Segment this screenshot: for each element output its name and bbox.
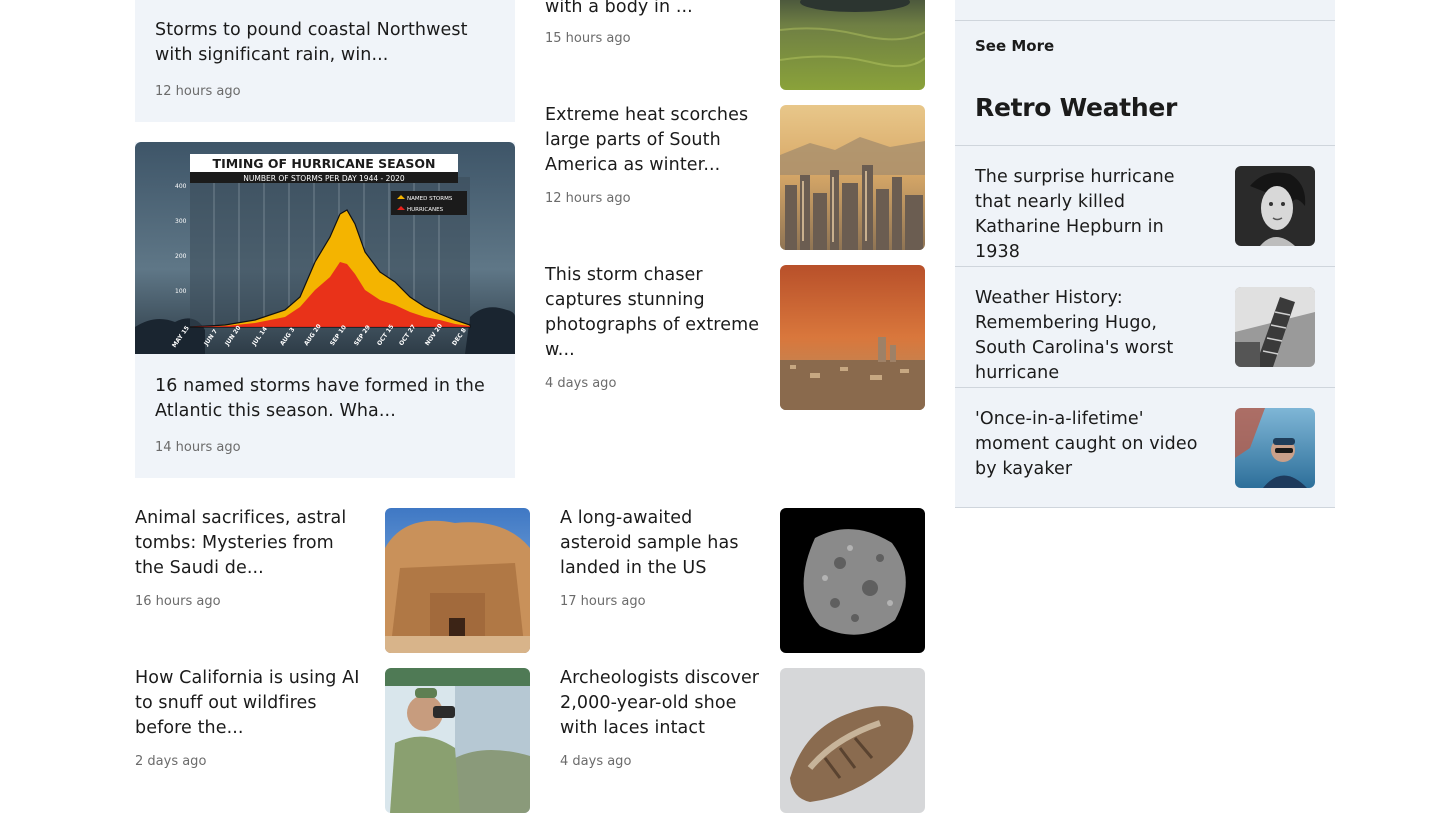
chart-subheading: NUMBER OF STORMS PER DAY 1944 - 2020 <box>243 174 405 183</box>
bottom-article-item[interactable]: Animal sacrifices, astral tombs: Mysteri… <box>135 508 530 653</box>
bottom-article-item[interactable]: How California is using AI to snuff out … <box>135 668 530 813</box>
article-timestamp: 12 hours ago <box>545 191 631 206</box>
city-skyline-photo[interactable] <box>780 105 925 250</box>
y-tick: 200 <box>175 253 187 260</box>
article-title[interactable]: Storms to pound coastal Northwest with s… <box>155 18 485 68</box>
hurricane-chart-svg: TIMING OF HURRICANE SEASON NUMBER OF STO… <box>135 142 515 354</box>
legend-named-storms: NAMED STORMS <box>407 196 453 202</box>
y-tick: 400 <box>175 183 187 190</box>
legend-hurricanes: HURRICANES <box>407 207 444 213</box>
article-timestamp: 16 hours ago <box>135 594 221 609</box>
middle-article-item[interactable]: Extreme heat scorches large parts of Sou… <box>545 105 925 250</box>
sidebar-item[interactable]: Weather History: Remembering Hugo, South… <box>955 267 1335 387</box>
hurricane-article-card[interactable]: TIMING OF HURRICANE SEASON NUMBER OF STO… <box>135 142 515 478</box>
divider <box>955 20 1335 21</box>
desert-tomb-photo[interactable] <box>385 508 530 653</box>
middle-article-item[interactable]: with a body in ... 15 hours ago <box>545 0 925 90</box>
asteroid-photo[interactable] <box>780 508 925 653</box>
sidebar-item-title[interactable]: 'Once-in-a-lifetime' moment caught on vi… <box>975 407 1210 482</box>
portrait-photo[interactable] <box>1235 166 1315 246</box>
article-timestamp: 2 days ago <box>135 754 207 769</box>
article-timestamp: 4 days ago <box>545 376 617 391</box>
river-water-photo[interactable] <box>780 0 925 90</box>
hurricane-season-graphic[interactable]: TIMING OF HURRICANE SEASON NUMBER OF STO… <box>135 142 515 354</box>
article-title[interactable]: Archeologists discover 2,000-year-old sh… <box>560 666 765 741</box>
article-title[interactable]: Animal sacrifices, astral tombs: Mysteri… <box>135 506 365 581</box>
bottom-article-item[interactable]: Archeologists discover 2,000-year-old sh… <box>560 668 925 813</box>
dust-storm-photo[interactable] <box>780 265 925 410</box>
sidebar-item-title[interactable]: Weather History: Remembering Hugo, South… <box>975 286 1210 386</box>
section-title: Retro Weather <box>975 93 1178 122</box>
y-tick: 100 <box>175 288 187 295</box>
see-more-link[interactable]: See More <box>975 37 1054 55</box>
article-title[interactable]: A long-awaited asteroid sample has lande… <box>560 506 765 581</box>
article-timestamp: 15 hours ago <box>545 31 631 46</box>
article-title[interactable]: with a body in ... <box>545 0 760 20</box>
article-title[interactable]: 16 named storms have formed in the Atlan… <box>155 374 495 424</box>
divider <box>955 507 1335 508</box>
sidebar-item[interactable]: The surprise hurricane that nearly kille… <box>955 146 1335 266</box>
sidebar-item-title[interactable]: The surprise hurricane that nearly kille… <box>975 165 1210 265</box>
chart-heading: TIMING OF HURRICANE SEASON <box>213 156 436 171</box>
article-title[interactable]: Extreme heat scorches large parts of Sou… <box>545 103 760 178</box>
article-timestamp: 17 hours ago <box>560 594 646 609</box>
article-title[interactable]: This storm chaser captures stunning phot… <box>545 263 760 363</box>
sidebar-item[interactable]: 'Once-in-a-lifetime' moment caught on vi… <box>955 388 1335 508</box>
storm-damage-photo[interactable] <box>1235 287 1315 367</box>
bottom-article-item[interactable]: A long-awaited asteroid sample has lande… <box>560 508 925 653</box>
article-timestamp: 4 days ago <box>560 754 632 769</box>
lookout-binoculars-photo[interactable] <box>385 668 530 813</box>
article-timestamp: 12 hours ago <box>155 84 241 99</box>
middle-article-item[interactable]: This storm chaser captures stunning phot… <box>545 265 925 410</box>
article-title[interactable]: How California is using AI to snuff out … <box>135 666 370 741</box>
y-tick: 300 <box>175 218 187 225</box>
kayaker-selfie-photo[interactable] <box>1235 408 1315 488</box>
article-timestamp: 14 hours ago <box>155 440 241 455</box>
retro-weather-sidebar: See More Retro Weather The surprise hurr… <box>955 0 1335 508</box>
top-left-article-card[interactable]: Storms to pound coastal Northwest with s… <box>135 0 515 122</box>
ancient-shoe-photo[interactable] <box>780 668 925 813</box>
